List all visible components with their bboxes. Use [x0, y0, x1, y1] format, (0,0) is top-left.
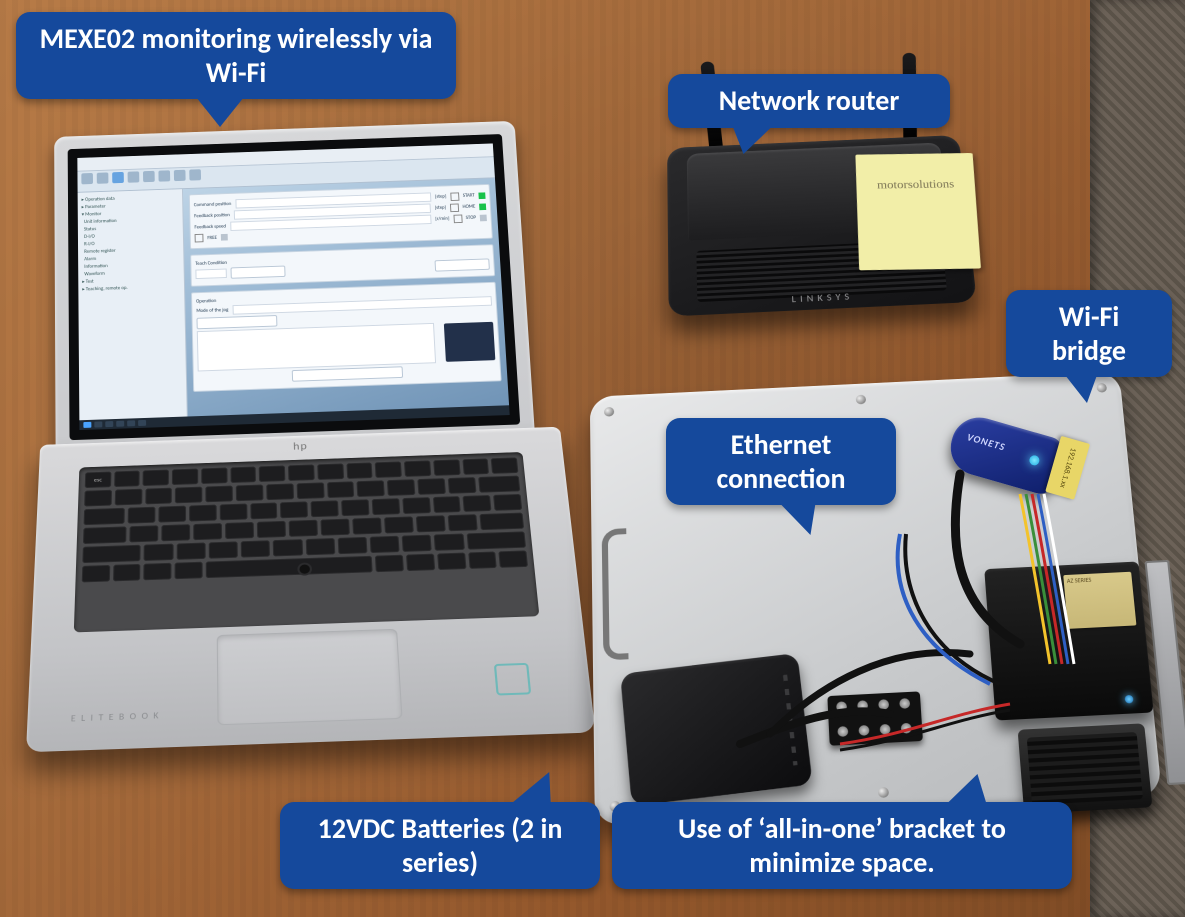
driver-controller: AZ SERIES [984, 561, 1153, 720]
laptop: ▸ Operation data ▸ Parameter ▾ Monitor U… [19, 101, 571, 769]
sticky-note: motorsolutions [855, 153, 981, 270]
callout-bracket: Use of ‘all-in-one’ bracket to minimize … [612, 802, 1072, 889]
driver-label: AZ SERIES [1063, 572, 1136, 629]
terminal-block [827, 691, 923, 745]
laptop-model: ELITEBOOK [71, 710, 164, 724]
status-led-icon [1028, 454, 1040, 466]
laptop-brand: hp [293, 441, 308, 453]
stepper-motor [1018, 723, 1153, 814]
wifi-bridge-brand: VONETS [966, 430, 1008, 453]
network-router: LINKSYS motorsolutions [667, 135, 977, 317]
scene-photo: ▸ Operation data ▸ Parameter ▾ Monitor U… [0, 0, 1185, 917]
router-brand: LINKSYS [791, 290, 853, 305]
callout-laptop: MEXE02 monitoring wirelessly via Wi-Fi [16, 12, 456, 99]
callout-text: Network router [719, 83, 900, 118]
callout-text: Ethernet connection [717, 427, 846, 496]
motor-driver-assembly: AZ SERIES [964, 560, 1185, 816]
callout-text: Use of ‘all-in-one’ bracket to minimize … [678, 811, 1006, 880]
callout-text: Wi-Fi bridge [1052, 299, 1126, 368]
callout-ethernet: Ethernet connection [666, 418, 896, 505]
laptop-base: hp esc ELITEBOOK [26, 427, 595, 753]
keyboard: esc [74, 452, 540, 632]
touchpad [217, 629, 403, 726]
callout-text: 12VDC Batteries (2 in series) [318, 811, 563, 880]
callout-router: Network router [668, 74, 950, 128]
callout-text: MEXE02 monitoring wirelessly via Wi-Fi [40, 21, 433, 90]
handle-icon [602, 528, 629, 660]
sticky-note-text: motorsolutions [877, 177, 955, 192]
callout-batteries: 12VDC Batteries (2 in series) [280, 802, 600, 889]
laptop-screen: ▸ Operation data ▸ Parameter ▾ Monitor U… [68, 134, 521, 440]
battery-pack [620, 653, 813, 806]
status-led-icon [1124, 695, 1133, 704]
callout-wifi-bridge: Wi-Fi bridge [1006, 290, 1172, 377]
fingerprint-reader-icon [494, 663, 531, 696]
laptop-lid: ▸ Operation data ▸ Parameter ▾ Monitor U… [54, 121, 535, 459]
